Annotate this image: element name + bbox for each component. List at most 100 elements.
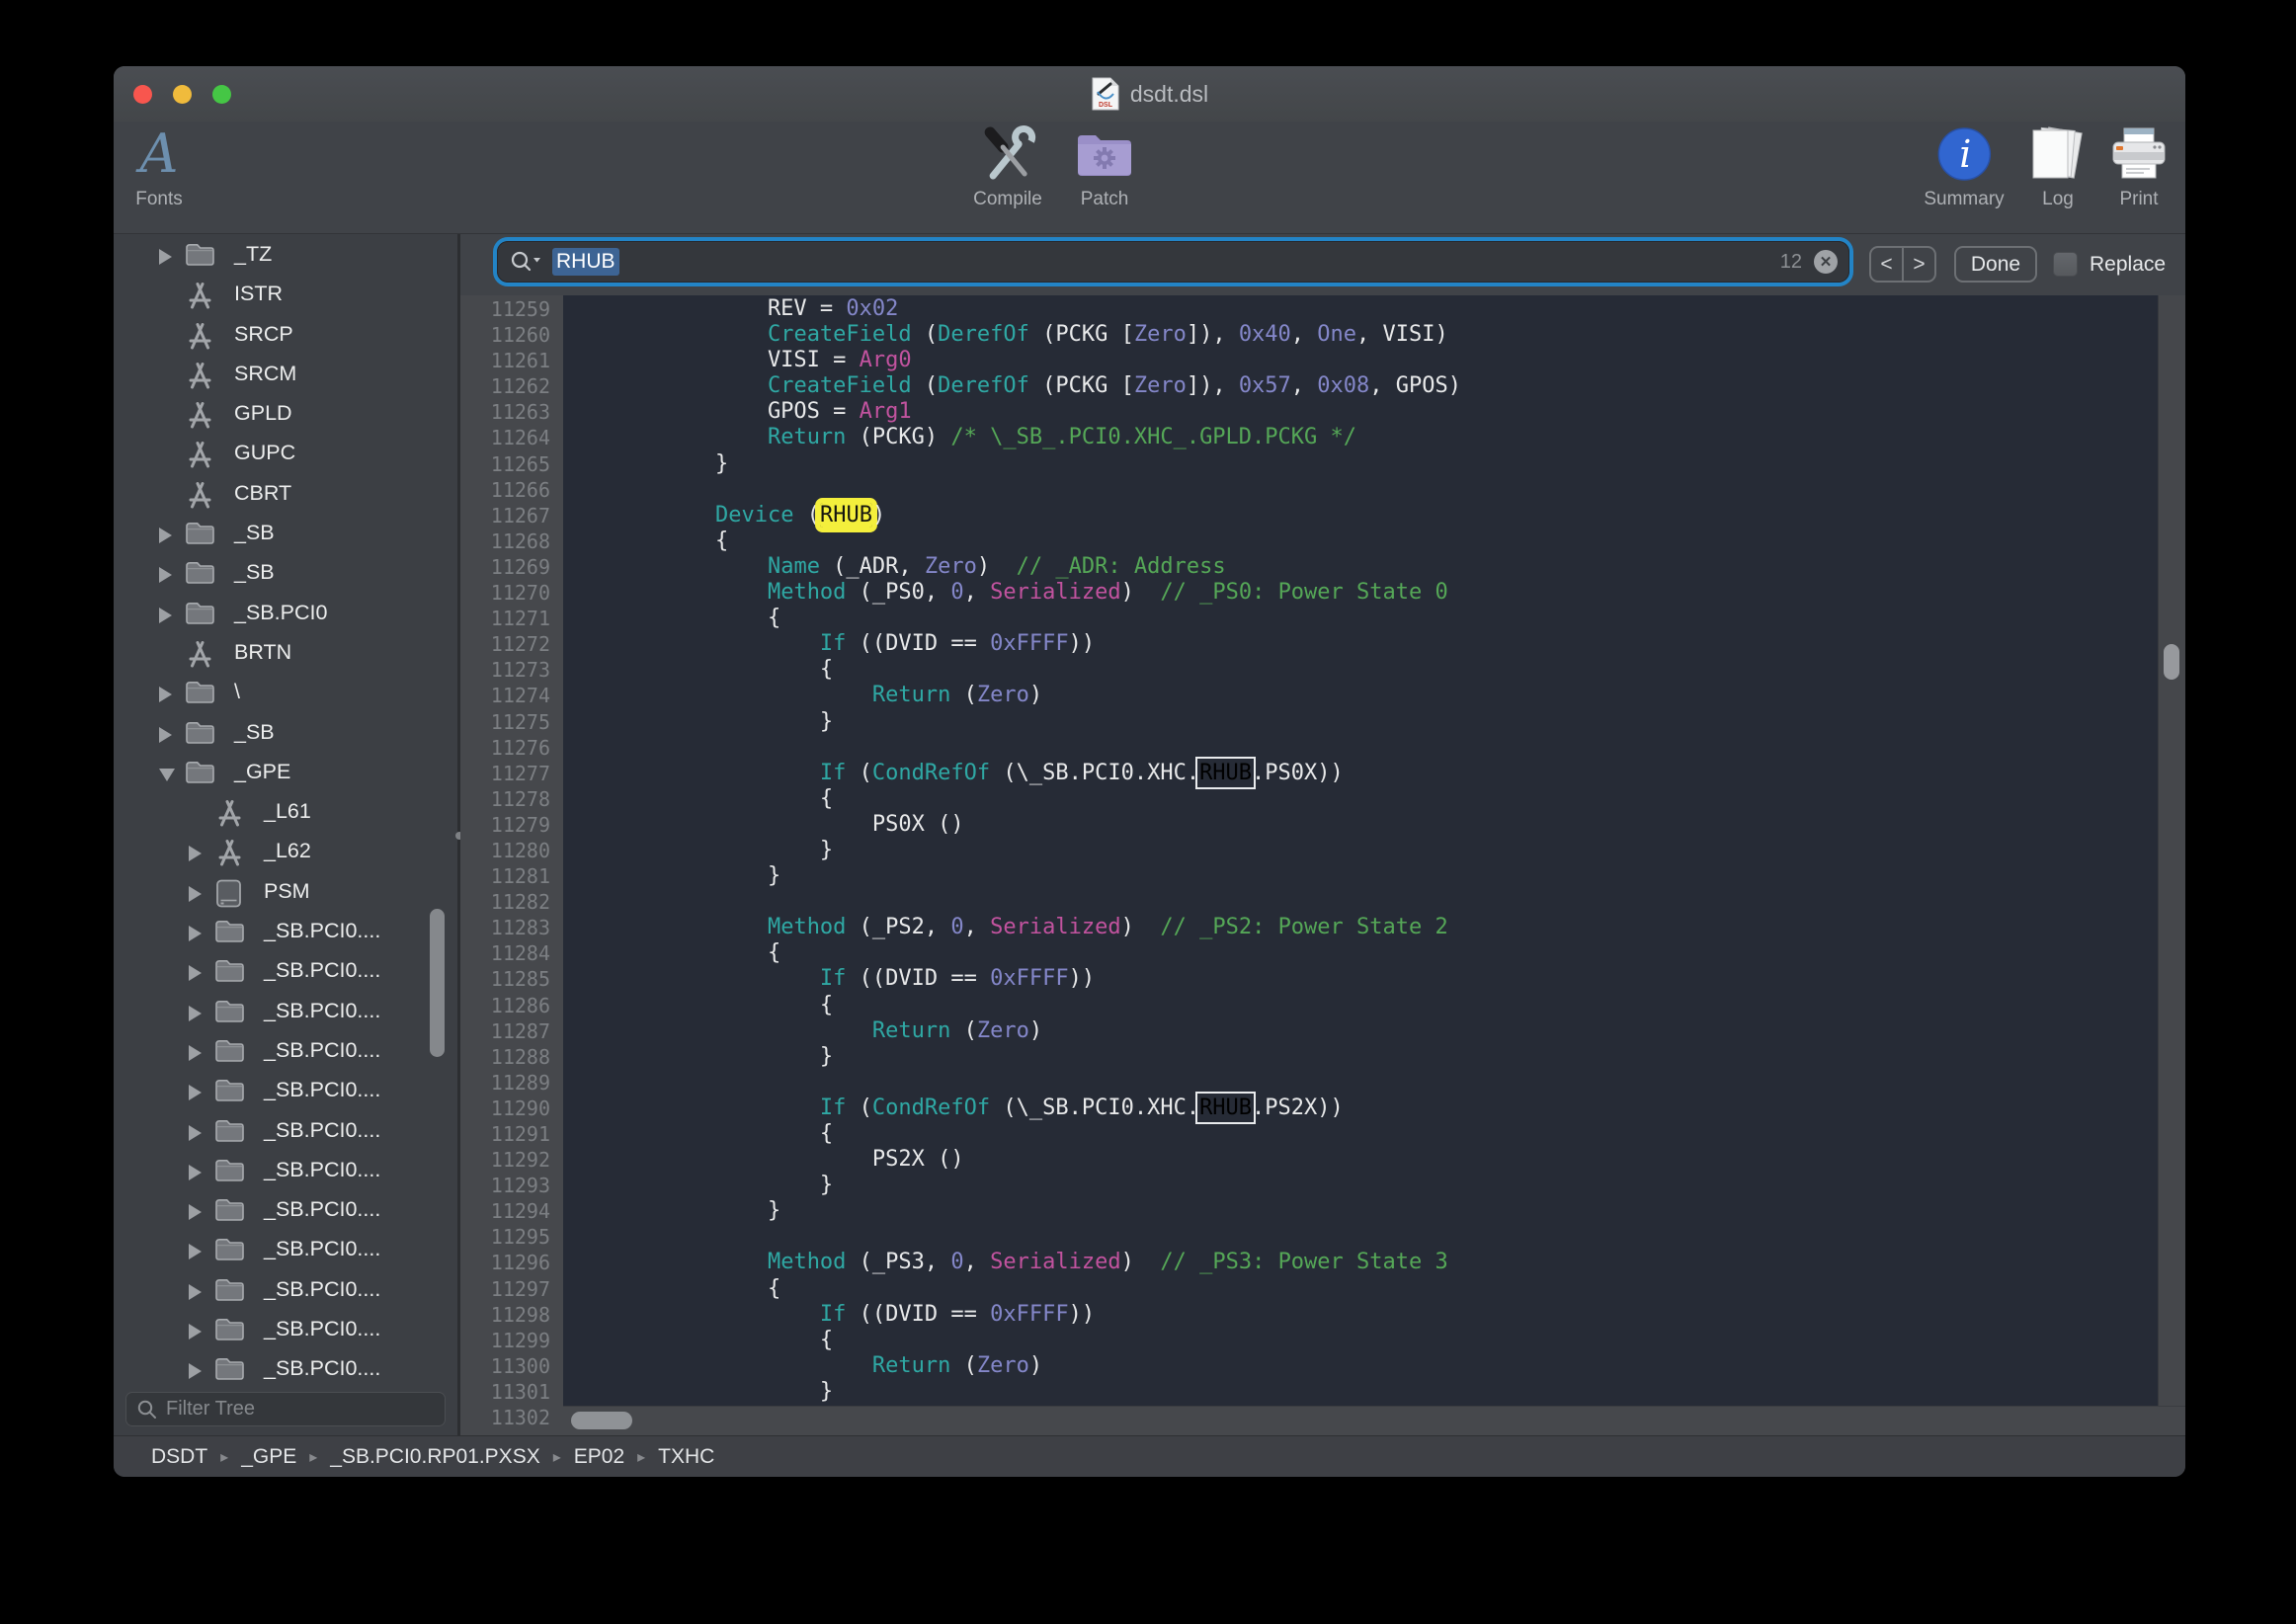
chevron-right-icon[interactable] <box>189 1284 202 1300</box>
tree-item[interactable]: _L61 <box>114 793 457 833</box>
line-number: 11297 <box>460 1275 563 1301</box>
line-number: 11276 <box>460 734 563 760</box>
breadcrumb-item[interactable]: EP02 <box>574 1445 624 1469</box>
method-icon <box>185 639 215 670</box>
chevron-right-icon[interactable] <box>189 1324 202 1340</box>
tree-item[interactable]: SRCP <box>114 316 457 356</box>
tree-item[interactable]: _SB.PCI0.... <box>114 1191 457 1231</box>
tree-item[interactable]: CBRT <box>114 475 457 515</box>
find-prev-next-control: < > <box>1869 246 1936 283</box>
tree-item[interactable]: _SB.PCI0.... <box>114 1311 457 1350</box>
tree-item[interactable]: _TZ <box>114 236 457 276</box>
window-title: dsdt.dsl <box>1130 81 1208 108</box>
code-line: Method (_PS2, 0, Serialized) // _PS2: Po… <box>611 915 2158 940</box>
chevron-right-icon[interactable] <box>189 1165 202 1180</box>
title-bar: DSL dsdt.dsl <box>114 66 2185 122</box>
chevron-right-icon[interactable] <box>189 1125 202 1141</box>
fonts-button[interactable]: A Fonts <box>135 123 183 210</box>
tree-item-label: _SB.PCI0.... <box>264 1078 380 1102</box>
tree-item[interactable]: _SB.PCI0.... <box>114 993 457 1032</box>
find-previous-button[interactable]: < <box>1871 248 1904 281</box>
print-button[interactable]: Print <box>2110 123 2168 210</box>
tree-item-label: _SB <box>234 720 275 745</box>
chevron-right-icon[interactable] <box>189 965 202 981</box>
tree-item-label: _SB.PCI0.... <box>264 1197 380 1222</box>
folder-icon <box>214 1117 245 1144</box>
vertical-scrollbar[interactable] <box>2158 295 2185 1406</box>
tree-item[interactable]: _SB.PCI0.... <box>114 1271 457 1311</box>
tree-item[interactable]: \ <box>114 674 457 713</box>
find-next-button[interactable]: > <box>1904 248 1934 281</box>
line-number: 11274 <box>460 682 563 707</box>
horizontal-scrollbar[interactable] <box>563 1406 2185 1435</box>
chevron-right-icon[interactable] <box>189 1006 202 1021</box>
tree-item[interactable]: _L62 <box>114 833 457 872</box>
vertical-scrollbar-thumb[interactable] <box>2164 644 2179 680</box>
chevron-right-icon[interactable] <box>189 1204 202 1220</box>
line-number: 11275 <box>460 708 563 734</box>
done-button[interactable]: Done <box>1954 246 2037 283</box>
code-line: CreateField (DerefOf (PCKG [Zero]), 0x40… <box>611 322 2158 348</box>
chevron-right-icon[interactable] <box>189 846 202 861</box>
chevron-right-icon[interactable] <box>189 926 202 941</box>
compile-button[interactable]: Compile <box>973 123 1042 210</box>
code-line: CreateField (DerefOf (PCKG [Zero]), 0x57… <box>611 373 2158 399</box>
tree-item[interactable]: _SB.PCI0.... <box>114 952 457 992</box>
chevron-right-icon[interactable] <box>189 1085 202 1100</box>
folder-icon <box>185 600 215 626</box>
chevron-right-icon[interactable] <box>159 528 172 543</box>
chevron-right-icon[interactable] <box>189 1244 202 1259</box>
tree-item[interactable]: _SB.PCI0 <box>114 595 457 634</box>
chevron-down-icon[interactable] <box>159 769 175 781</box>
tree-item[interactable]: GUPC <box>114 435 457 474</box>
tree-item[interactable]: _SB.PCI0.... <box>114 1112 457 1152</box>
log-button[interactable]: Log <box>2028 123 2088 210</box>
tree-item[interactable]: _SB.PCI0.... <box>114 1152 457 1191</box>
chevron-right-icon[interactable] <box>159 727 172 743</box>
chevron-right-icon[interactable] <box>159 687 172 702</box>
patch-button[interactable]: Patch <box>1075 123 1134 210</box>
line-number: 11259 <box>460 295 563 321</box>
code-editor[interactable]: REV = 0x02 CreateField (DerefOf (PCKG [Z… <box>563 295 2158 1406</box>
chevron-right-icon[interactable] <box>189 886 202 902</box>
compile-icon <box>973 123 1042 185</box>
summary-button[interactable]: i Summary <box>1924 123 2004 210</box>
clear-search-button[interactable]: ✕ <box>1814 250 1838 274</box>
breadcrumb-item[interactable]: _SB.PCI0.RP01.PXSX <box>330 1445 539 1469</box>
sidebar-tree[interactable]: _TZISTRSRCPSRCMGPLDGUPCCBRT_SB_SB_SB.PCI… <box>114 236 457 1400</box>
tree-item[interactable]: _SB.PCI0.... <box>114 1072 457 1111</box>
breadcrumb-item[interactable]: TXHC <box>658 1445 714 1469</box>
tree-item[interactable]: GPLD <box>114 395 457 435</box>
tree-item[interactable]: _SB.PCI0.... <box>114 1032 457 1072</box>
search-menu-icon[interactable] <box>509 249 542 275</box>
horizontal-scrollbar-thumb[interactable] <box>571 1412 632 1429</box>
filter-tree-input[interactable]: Filter Tree <box>125 1392 446 1426</box>
tree-item[interactable]: BRTN <box>114 634 457 674</box>
patch-icon <box>1075 123 1134 185</box>
replace-checkbox[interactable] <box>2053 252 2078 277</box>
tree-item-label: _TZ <box>234 242 272 267</box>
tree-item[interactable]: _SB.PCI0.... <box>114 1231 457 1270</box>
chevron-right-icon[interactable] <box>159 608 172 623</box>
tree-item[interactable]: _SB.PCI0.... <box>114 913 457 952</box>
code-line: Name (_ADR, Zero) // _ADR: Address <box>611 554 2158 580</box>
other-match-highlight: RHUB <box>1199 761 1252 785</box>
chevron-right-icon[interactable] <box>189 1045 202 1061</box>
tree-item[interactable]: _SB <box>114 714 457 754</box>
tree-item[interactable]: _SB <box>114 515 457 554</box>
tree-item[interactable]: _SB <box>114 554 457 594</box>
tree-item[interactable]: _SB.PCI0.... <box>114 1350 457 1390</box>
folder-icon <box>214 1355 245 1382</box>
tree-item[interactable]: SRCM <box>114 356 457 395</box>
code-line <box>611 735 2158 761</box>
tree-item[interactable]: ISTR <box>114 276 457 315</box>
tree-item[interactable]: PSM <box>114 873 457 913</box>
chevron-right-icon[interactable] <box>159 249 172 265</box>
tree-item[interactable]: _GPE <box>114 754 457 793</box>
chevron-right-icon[interactable] <box>189 1363 202 1379</box>
chevron-right-icon[interactable] <box>159 567 172 583</box>
breadcrumb-item[interactable]: _GPE <box>241 1445 296 1469</box>
sidebar-scrollbar-thumb[interactable] <box>430 909 445 1057</box>
find-input[interactable]: RHUB 12 ✕ <box>497 241 1849 283</box>
breadcrumb-item[interactable]: DSDT <box>151 1445 207 1469</box>
